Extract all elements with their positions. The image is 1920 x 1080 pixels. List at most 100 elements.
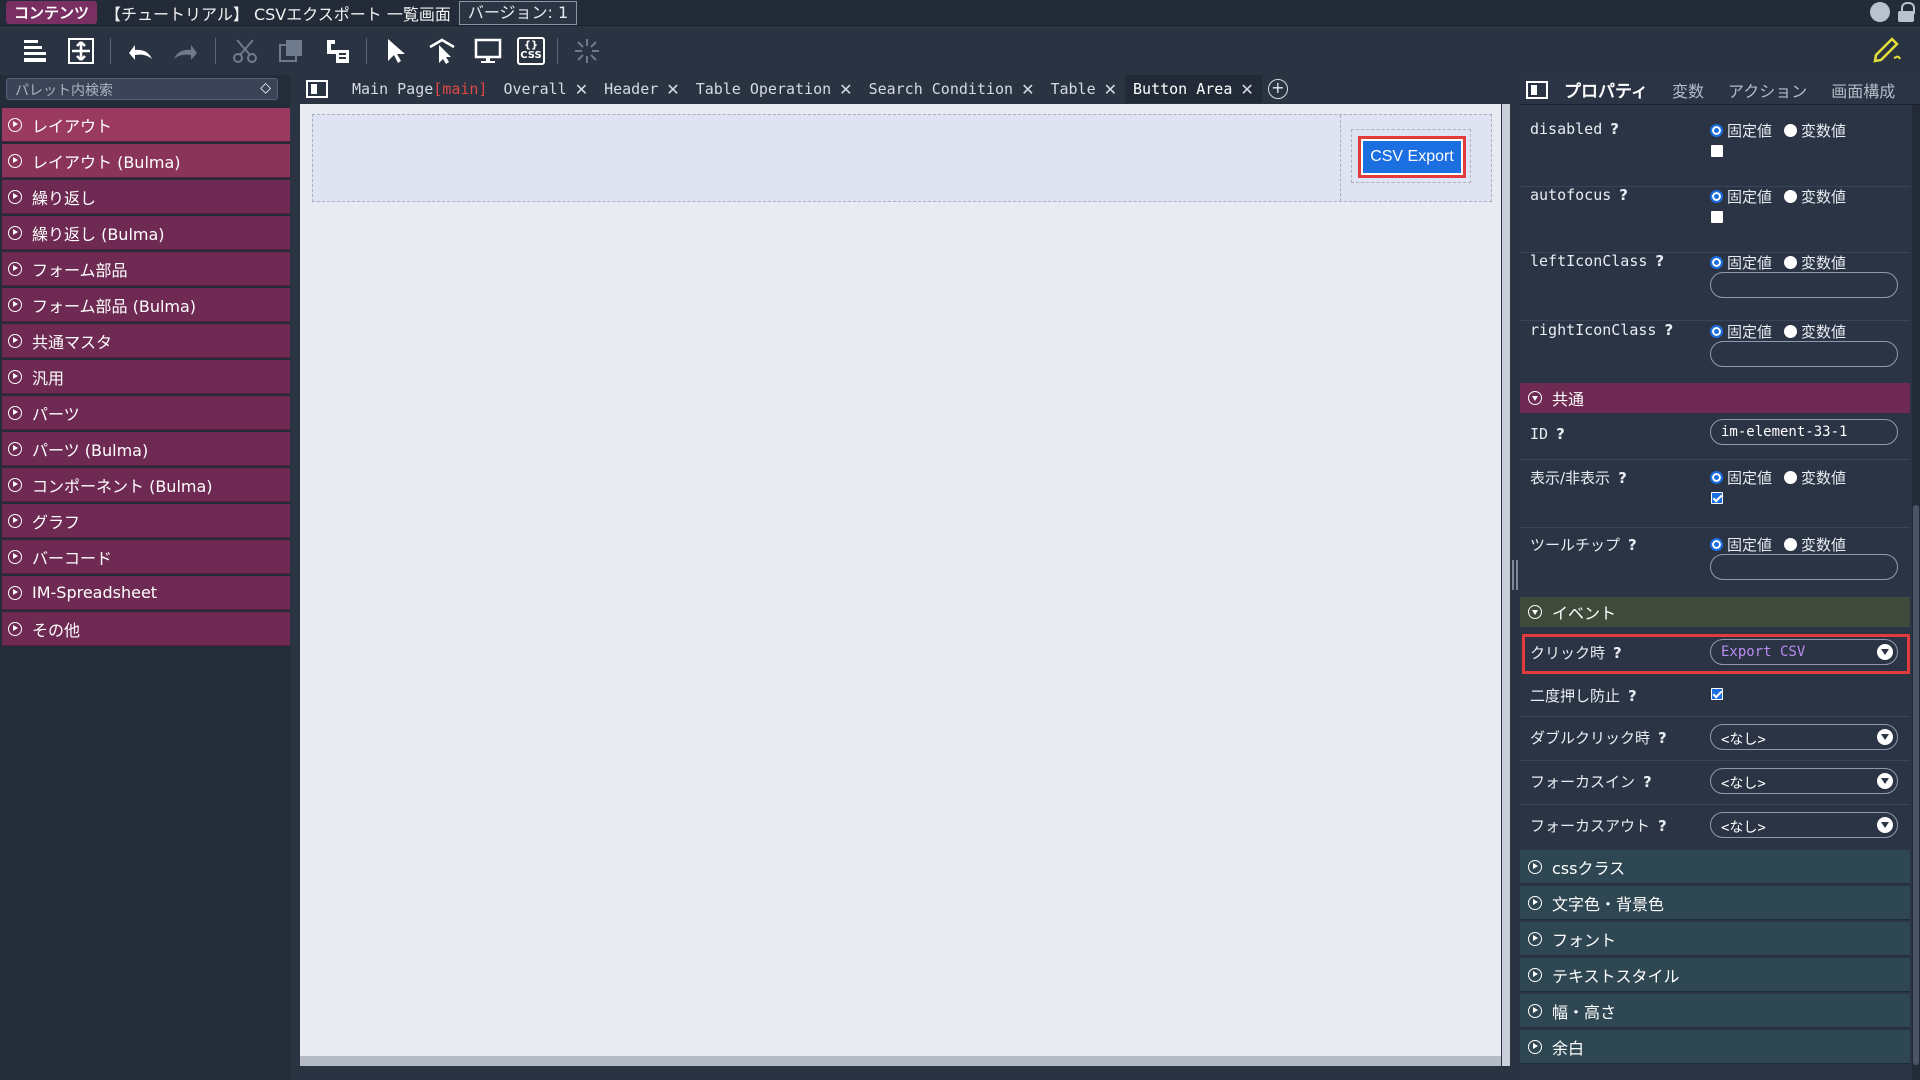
preview-icon[interactable] [471, 34, 505, 68]
canvas-vertical-scrollbar[interactable] [1502, 104, 1510, 1066]
pointer-icon[interactable] [425, 34, 459, 68]
palette-item-repeat-bulma[interactable]: 繰り返し (Bulma) [2, 216, 290, 250]
import-icon[interactable] [64, 34, 98, 68]
radio-fixed[interactable] [1710, 124, 1723, 137]
section-size[interactable]: 幅・高さ [1520, 994, 1910, 1028]
tab-screen-structure[interactable]: 画面構成 [1831, 78, 1895, 102]
eraser-icon[interactable]: ◇ [260, 80, 271, 96]
layout-row[interactable]: CSV Export [312, 114, 1492, 202]
tab-variables[interactable]: 変数 [1672, 78, 1704, 102]
loading-icon[interactable] [570, 34, 604, 68]
paste-icon[interactable] [320, 34, 354, 68]
lock-icon[interactable] [1898, 2, 1915, 22]
help-icon[interactable]: ? [1628, 687, 1637, 705]
select-icon[interactable] [379, 34, 413, 68]
help-icon[interactable]: ? [1658, 817, 1667, 835]
palette-item-parts-bulma[interactable]: パーツ (Bulma) [2, 432, 290, 466]
section-text-style[interactable]: テキストスタイル [1520, 958, 1910, 992]
radio-variable[interactable] [1784, 256, 1798, 269]
canvas-horizontal-scrollbar[interactable] [300, 1056, 1501, 1066]
undo-icon[interactable] [123, 34, 157, 68]
tab-table[interactable]: Table ✕ [1042, 75, 1125, 103]
help-icon[interactable]: ? [1618, 469, 1627, 487]
palette-item-common-master[interactable]: 共通マスタ [2, 324, 290, 358]
palette-item-graph[interactable]: グラフ [2, 504, 290, 538]
right-icon-class-input[interactable] [1710, 341, 1898, 367]
scrollbar-thumb[interactable] [1913, 505, 1919, 1065]
help-icon[interactable]: ? [1628, 536, 1637, 554]
radio-fixed[interactable] [1710, 538, 1723, 551]
section-event[interactable]: イベント [1520, 597, 1910, 627]
cut-icon[interactable] [228, 34, 262, 68]
copy-icon[interactable] [274, 34, 308, 68]
design-canvas[interactable]: CSV Export [300, 104, 1501, 1056]
section-css-class[interactable]: cssクラス [1520, 850, 1910, 884]
panel-toggle-icon[interactable] [1526, 80, 1548, 99]
add-tab-icon[interactable]: + [1267, 79, 1288, 99]
tab-table-operation[interactable]: Table Operation ✕ [688, 75, 861, 103]
palette-item-layout-bulma[interactable]: レイアウト (Bulma) [2, 144, 290, 178]
id-input[interactable]: im-element-33-1 [1710, 419, 1898, 445]
section-margin[interactable]: 余白 [1520, 1030, 1910, 1064]
palette-item-layout[interactable]: レイアウト [2, 108, 290, 142]
palette-item-component-bulma[interactable]: コンポーネント (Bulma) [2, 468, 290, 502]
close-icon[interactable]: ✕ [839, 80, 852, 99]
radio-fixed[interactable] [1710, 471, 1723, 484]
palette-item-im-spreadsheet[interactable]: IM-Spreadsheet [2, 576, 290, 610]
radio-variable[interactable] [1784, 190, 1798, 203]
palette-item-other[interactable]: その他 [2, 612, 290, 646]
radio-variable[interactable] [1784, 538, 1798, 551]
close-icon[interactable]: ✕ [1240, 80, 1253, 99]
left-icon-class-input[interactable] [1710, 272, 1898, 298]
help-icon[interactable]: ? [1658, 729, 1667, 747]
help-icon[interactable]: ? [1613, 644, 1622, 662]
help-icon[interactable]: ? [1655, 252, 1664, 270]
help-icon[interactable]: ? [1664, 321, 1673, 339]
close-icon[interactable]: ✕ [575, 80, 588, 99]
version-label[interactable]: バージョン: 1 [458, 0, 578, 25]
radio-fixed[interactable] [1710, 256, 1723, 269]
tab-properties[interactable]: プロパティ [1564, 77, 1648, 102]
close-icon[interactable]: ✕ [666, 80, 679, 99]
radio-variable[interactable] [1784, 124, 1798, 137]
redo-icon[interactable] [169, 34, 203, 68]
css-icon[interactable]: {} CSS [517, 37, 545, 65]
layout-column-right[interactable]: CSV Export [1341, 115, 1491, 201]
disabled-checkbox[interactable] [1711, 145, 1723, 157]
palette-item-form-parts[interactable]: フォーム部品 [2, 252, 290, 286]
save-icon[interactable] [18, 34, 52, 68]
palette-item-general[interactable]: 汎用 [2, 360, 290, 394]
palette-search-input[interactable]: パレット内検索 ◇ [6, 78, 278, 100]
palette-item-barcode[interactable]: バーコード [2, 540, 290, 574]
tab-actions[interactable]: アクション [1728, 78, 1807, 102]
properties-scrollbar[interactable] [1912, 105, 1920, 1080]
section-common[interactable]: 共通 [1520, 383, 1910, 413]
help-icon[interactable]: ? [1619, 186, 1628, 204]
click-action-select[interactable]: Export CSV [1710, 639, 1898, 665]
dblclick-action-select[interactable]: <なし> [1710, 724, 1898, 750]
autofocus-checkbox[interactable] [1711, 211, 1723, 223]
focusin-action-select[interactable]: <なし> [1710, 768, 1898, 794]
button-container[interactable]: CSV Export [1351, 129, 1471, 183]
tab-search-condition[interactable]: Search Condition ✕ [861, 75, 1043, 103]
close-icon[interactable]: ✕ [1104, 80, 1117, 99]
visibility-checkbox[interactable] [1711, 492, 1723, 504]
palette-item-parts[interactable]: パーツ [2, 396, 290, 430]
help-icon[interactable]: ? [1643, 773, 1652, 791]
help-icon[interactable]: ? [1610, 120, 1619, 138]
page-list-icon[interactable] [306, 80, 328, 98]
section-font[interactable]: フォント [1520, 922, 1910, 956]
csv-export-button[interactable]: CSV Export [1358, 136, 1466, 178]
edit-icon[interactable] [1870, 33, 1904, 75]
tab-header[interactable]: Header ✕ [596, 75, 688, 103]
double-submit-checkbox[interactable] [1711, 688, 1723, 700]
tab-overall[interactable]: Overall ✕ [495, 75, 596, 103]
close-icon[interactable]: ✕ [1021, 80, 1034, 99]
radio-variable[interactable] [1784, 471, 1798, 484]
focusout-action-select[interactable]: <なし> [1710, 812, 1898, 838]
layout-column-left[interactable] [313, 115, 1341, 201]
panel-splitter-handle[interactable] [1512, 560, 1518, 590]
user-icon[interactable] [1870, 2, 1890, 22]
section-color[interactable]: 文字色・背景色 [1520, 886, 1910, 920]
radio-fixed[interactable] [1710, 325, 1723, 338]
